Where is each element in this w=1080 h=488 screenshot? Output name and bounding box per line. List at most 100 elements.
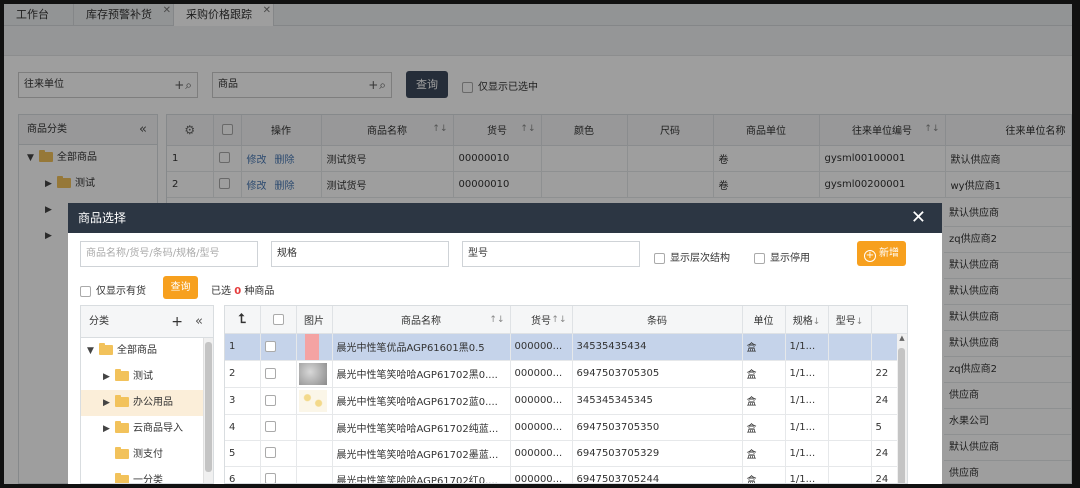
column-header: 条码 <box>572 306 743 334</box>
scrollbar-thumb[interactable] <box>205 342 212 472</box>
dialog-title: 商品选择 <box>78 211 127 225</box>
model-cell <box>828 333 872 361</box>
scrollbar[interactable]: ▲ <box>897 334 907 483</box>
chevron-right-icon[interactable]: ▶ <box>103 364 115 390</box>
modal-query-button[interactable]: 查询 <box>163 276 198 299</box>
selected-suffix: 种商品 <box>244 286 275 297</box>
model-cell <box>828 360 872 388</box>
collapse-icon[interactable]: « <box>195 306 203 338</box>
column-header[interactable]: 商品名称 ↑↓ <box>332 306 511 334</box>
goods-image-cell <box>296 440 333 467</box>
table-row[interactable]: 4 晨光中性笔笑哈哈AGP61702纯蓝... 000000... 694750… <box>225 414 907 441</box>
checkbox[interactable] <box>264 394 276 406</box>
goods-code-cell: 000000... <box>510 466 573 483</box>
column-header[interactable]: 货号 ↑↓ <box>510 306 573 334</box>
row-select[interactable] <box>260 387 297 415</box>
chevron-right-icon[interactable]: ▶ <box>103 416 115 442</box>
sort-icon[interactable]: ↓ <box>856 317 864 327</box>
tree-item-label: 一分类 <box>133 475 163 484</box>
row-select[interactable] <box>260 360 297 388</box>
row-select[interactable] <box>260 414 297 441</box>
scrollbar-thumb[interactable] <box>898 348 905 483</box>
tree-item-label: 云商品导入 <box>133 423 183 434</box>
goods-thumbnail[interactable] <box>304 333 319 359</box>
goods-code-cell: 000000... <box>510 360 573 388</box>
close-icon[interactable]: ✕ <box>911 203 926 233</box>
checkbox[interactable] <box>264 447 276 459</box>
checkbox[interactable] <box>264 367 276 379</box>
barcode-cell: 345345345345 <box>572 387 743 415</box>
goods-code-cell: 000000... <box>510 440 573 467</box>
chevron-right-icon[interactable]: ▶ <box>103 390 115 416</box>
checkbox[interactable] <box>264 473 276 483</box>
barcode-cell: 6947503705350 <box>572 414 743 441</box>
goods-name-cell: 晨光中性笔笑哈哈AGP61702墨蓝... <box>332 440 511 467</box>
tree-item-all[interactable]: ▼ 全部商品 <box>81 338 213 364</box>
grid-header: ⮤ 图片 商品名称 ↑↓ 货号 ↑↓ 条码 单位 规格↓ 型号↓ <box>225 306 907 334</box>
chevron-down-icon[interactable]: ▼ <box>87 338 99 364</box>
spec-cell: 1/1... <box>785 466 829 483</box>
tree-item[interactable]: 一分类 <box>81 468 213 484</box>
only-stock-checkbox[interactable]: 仅显示有货 <box>80 282 146 297</box>
button-label: 新增 <box>879 248 899 259</box>
return-up-icon[interactable]: ⮤ <box>238 312 246 327</box>
spec-input[interactable]: 规格 <box>271 241 449 267</box>
sort-icon[interactable]: ↑↓ <box>551 315 566 325</box>
row-number: 6 <box>225 466 261 483</box>
model-input[interactable]: 型号 <box>462 241 640 267</box>
tree-item[interactable]: 测支付 <box>81 442 213 468</box>
tree-item[interactable]: ▶ 云商品导入 <box>81 416 213 442</box>
search-placeholder: 商品名称/货号/条码/规格/型号 <box>86 248 220 259</box>
checkbox[interactable] <box>272 313 284 325</box>
checkbox[interactable] <box>754 252 765 264</box>
column-header[interactable]: 型号↓ <box>828 306 872 334</box>
checkbox[interactable] <box>80 285 91 297</box>
spec-cell: 1/1... <box>785 387 829 415</box>
row-number: 3 <box>225 387 261 415</box>
add-category-icon[interactable]: + <box>171 306 183 338</box>
show-disabled-checkbox[interactable]: 显示停用 <box>754 249 810 264</box>
table-row[interactable]: 5 晨光中性笔笑哈哈AGP61702墨蓝... 000000... 694750… <box>225 440 907 467</box>
select-all-header[interactable] <box>260 306 297 334</box>
checkbox-label: 仅显示有货 <box>96 286 146 297</box>
checkbox[interactable] <box>264 421 276 433</box>
spec-cell: 1/1... <box>785 440 829 467</box>
column-header: 图片 <box>296 306 333 334</box>
sort-icon[interactable]: ↓ <box>813 317 821 327</box>
goods-search-input[interactable]: 商品名称/货号/条码/规格/型号 <box>80 241 258 267</box>
table-row[interactable]: 3 晨光中性笔笑哈哈AGP61702蓝0.... 000000... 34534… <box>225 387 907 415</box>
add-goods-button[interactable]: + 新增 <box>857 241 906 266</box>
goods-name-cell: 晨光中性笔笑哈哈AGP61702蓝0.... <box>332 387 511 415</box>
goods-name-cell: 晨光中性笔笑哈哈AGP61702黑0.... <box>332 360 511 388</box>
scrollbar[interactable] <box>203 338 213 483</box>
tree-item[interactable]: ▶ 测试 <box>81 364 213 390</box>
goods-name-cell: 晨光中性笔笑哈哈AGP61702纯蓝... <box>332 414 511 441</box>
checkbox[interactable] <box>264 340 276 352</box>
row-select[interactable] <box>260 440 297 467</box>
plus-circle-icon: + <box>864 250 876 262</box>
sort-icon[interactable]: ↑↓ <box>489 315 504 325</box>
selected-prefix: 已选 <box>211 286 231 297</box>
table-row[interactable]: 2 晨光中性笔笑哈哈AGP61702黑0.... 000000... 69475… <box>225 360 907 388</box>
scroll-up-icon[interactable]: ▲ <box>897 334 907 342</box>
category-title: 分类 <box>89 316 109 327</box>
show-hierarchy-checkbox[interactable]: 显示层次结构 <box>654 249 730 264</box>
row-number: 2 <box>225 360 261 388</box>
checkbox[interactable] <box>654 252 665 264</box>
goods-select-dialog: 商品选择 ✕ 商品名称/货号/条码/规格/型号 规格 型号 显示层次结构 显示停… <box>68 203 942 484</box>
model-cell <box>828 414 872 441</box>
up-level-header[interactable]: ⮤ <box>225 306 261 334</box>
app-window: 工作台 库存预警补货 ✕ 采购价格跟踪 ✕ 往来单位 +⌕ 商品 +⌕ 查询 仅显示… <box>4 4 1072 484</box>
barcode-cell: 6947503705329 <box>572 440 743 467</box>
unit-cell: 盒 <box>742 440 786 467</box>
model-input-value: 型号 <box>468 248 488 259</box>
row-select[interactable] <box>260 333 297 361</box>
column-header[interactable]: 规格↓ <box>785 306 829 334</box>
tree-item-selected[interactable]: ▶ 办公用品 <box>81 390 203 416</box>
table-row[interactable]: 6 晨光中性笔笑哈哈AGP61702红0.... 000000... 69475… <box>225 466 907 483</box>
checkbox-label: 显示停用 <box>770 253 810 264</box>
goods-thumbnail[interactable] <box>298 389 327 412</box>
row-select[interactable] <box>260 466 297 483</box>
goods-thumbnail[interactable] <box>298 362 327 385</box>
table-row[interactable]: 1 晨光中性笔优品AGP61601黑0.5 000000... 34535435… <box>225 333 907 361</box>
